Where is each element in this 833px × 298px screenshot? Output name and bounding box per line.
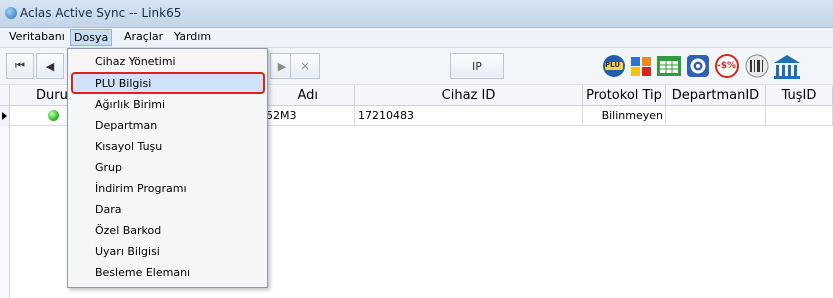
online-status-icon (48, 110, 59, 121)
ip-button[interactable]: IP (450, 53, 504, 79)
row-indicator-column (0, 126, 10, 298)
first-record-button[interactable]: ⏮ (6, 53, 34, 79)
menu-yardim[interactable]: Yardım (174, 30, 211, 43)
dosya-dropdown-menu: Cihaz Yönetimi PLU Bilgisi Ağırlık Birim… (67, 48, 268, 288)
menu-item-indirim-programi[interactable]: İndirim Programı (95, 182, 187, 195)
row-indicator[interactable] (0, 106, 10, 126)
column-header-tus-id[interactable]: TuşID (766, 86, 833, 106)
menu-veritabani[interactable]: Veritabanı (9, 30, 65, 43)
menu-item-cihaz-yonetimi[interactable]: Cihaz Yönetimi (95, 55, 176, 68)
plu-icon-label: PLU (605, 61, 621, 69)
menu-item-ozel-barkod[interactable]: Özel Barkod (95, 224, 161, 237)
cancel-button[interactable]: ✕ (290, 53, 320, 79)
menu-item-agirlik-birimi[interactable]: Ağırlık Birimi (95, 98, 165, 111)
menu-item-dara[interactable]: Dara (95, 203, 121, 216)
menu-dosya[interactable]: Dosya (70, 29, 113, 46)
menu-item-departman[interactable]: Departman (95, 119, 157, 132)
column-header-protokol-tip[interactable]: Protokol Tip (583, 86, 666, 106)
column-header-departman-id[interactable]: DepartmanID (666, 86, 766, 106)
previous-record-button[interactable]: ◀ (36, 53, 64, 79)
settings-gear-icon[interactable] (686, 54, 710, 78)
app-icon (5, 7, 17, 19)
department-blocks-icon[interactable] (629, 54, 653, 78)
spreadsheet-icon[interactable] (656, 54, 681, 78)
department-cell (666, 106, 766, 125)
menu-item-plu-bilgisi[interactable]: PLU Bilgisi (95, 77, 151, 90)
key-cell (766, 106, 833, 125)
discount-icon-label: -$% (717, 61, 737, 71)
column-header-cihaz-id[interactable]: Cihaz ID (355, 86, 583, 106)
menu-item-kisayol-tusu[interactable]: Kısayol Tuşu (95, 140, 162, 153)
menu-araclar[interactable]: Araçlar (124, 30, 163, 43)
indicator-header (0, 86, 10, 106)
window-title: Aclas Active Sync -- Link65 (20, 6, 182, 20)
device-id-cell: 17210483 (355, 106, 583, 125)
bank-icon[interactable] (772, 54, 802, 79)
title-bar: Aclas Active Sync -- Link65 (0, 0, 833, 28)
current-row-arrow-icon (2, 112, 7, 120)
protocol-cell: Bilinmeyen (583, 106, 666, 125)
menu-item-grup[interactable]: Grup (95, 161, 122, 174)
menu-bar: Veritabanı Dosya Araçlar Yardım (0, 28, 833, 48)
menu-item-besleme-elemani[interactable]: Besleme Elemanı (95, 266, 190, 279)
barcode-icon[interactable] (744, 54, 770, 78)
menu-item-uyari-bilgisi[interactable]: Uyarı Bilgisi (95, 245, 160, 258)
